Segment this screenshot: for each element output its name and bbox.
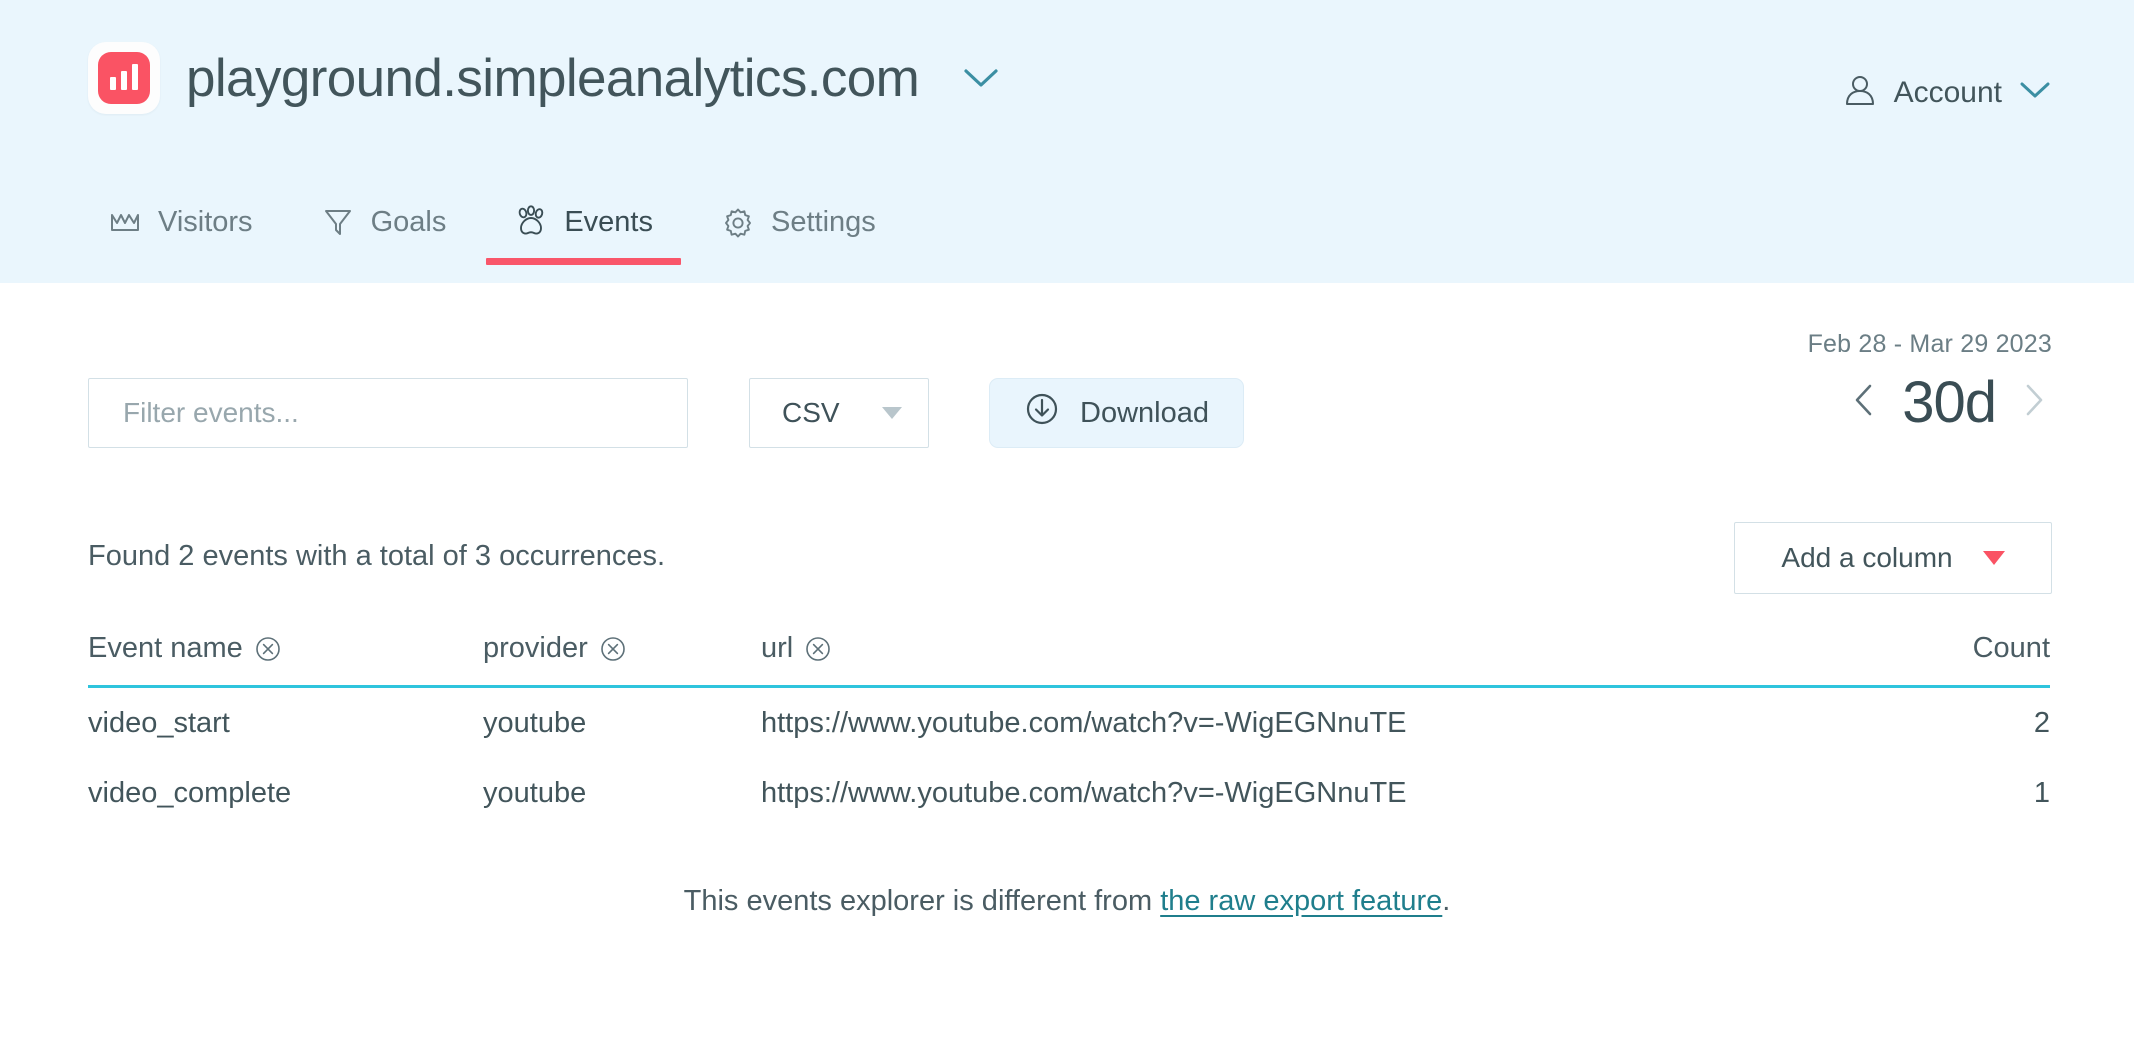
bar-chart-logo-icon	[88, 42, 160, 114]
cell-event-name: video_complete	[88, 776, 292, 809]
export-format-select[interactable]: CSV	[749, 378, 929, 448]
add-a-column-button[interactable]: Add a column	[1734, 522, 2052, 594]
filter-events-placeholder: Filter events...	[123, 397, 299, 428]
chevron-down-icon[interactable]	[2018, 79, 2052, 106]
tab-events-label: Events	[564, 205, 653, 238]
date-range-label: Feb 28 - Mar 29 2023	[1807, 330, 2052, 358]
footer-text-before: This events explorer is different from	[683, 885, 1161, 917]
export-format-value: CSV	[782, 397, 840, 428]
user-icon	[1842, 72, 1878, 113]
table-header-row: Event name provider url Count	[88, 632, 2050, 688]
gear-icon	[721, 205, 755, 239]
cell-count: 2	[2033, 706, 2050, 739]
raw-export-feature-link[interactable]: the raw export feature	[1160, 885, 1442, 917]
column-header-event-name: Event name	[88, 632, 483, 665]
cell-url: https://www.youtube.com/watch?v=-WigEGNn…	[761, 776, 1407, 809]
tab-goals-label: Goals	[370, 205, 447, 238]
remove-circle-icon[interactable]	[805, 636, 831, 662]
cell-count: 1	[2033, 776, 2050, 809]
paw-print-icon	[514, 205, 548, 239]
funnel-icon	[321, 205, 355, 239]
cell-event-name: video_start	[88, 706, 230, 739]
chevron-down-icon[interactable]	[961, 65, 1001, 91]
remove-circle-icon[interactable]	[255, 636, 281, 662]
tab-visitors-label: Visitors	[158, 205, 253, 238]
visitors-chart-icon	[108, 205, 142, 239]
column-header-provider-label: provider	[483, 632, 588, 664]
cell-provider: youtube	[483, 776, 587, 809]
download-button[interactable]: Download	[989, 378, 1244, 448]
caret-down-icon	[882, 407, 902, 419]
cell-provider: youtube	[483, 706, 587, 739]
tab-settings-label: Settings	[771, 205, 876, 238]
column-header-url: url	[761, 632, 1870, 665]
events-table: Event name provider url Count video_star…	[88, 632, 2050, 828]
remove-circle-icon[interactable]	[600, 636, 626, 662]
account-menu[interactable]: Account	[1842, 72, 2052, 113]
caret-down-icon	[1982, 551, 2005, 565]
download-circle-icon	[1024, 391, 1060, 435]
date-range-selector: Feb 28 - Mar 29 2023 30d	[1808, 330, 2052, 436]
tab-goals[interactable]: Goals	[287, 205, 481, 265]
table-row[interactable]: video_start youtube https://www.youtube.…	[88, 688, 2050, 758]
tab-visitors[interactable]: Visitors	[88, 205, 287, 265]
column-header-count-label: Count	[1972, 632, 2050, 664]
chevron-left-icon[interactable]	[1846, 377, 1880, 428]
results-summary: Found 2 events with a total of 3 occurre…	[88, 540, 666, 572]
download-button-label: Download	[1080, 396, 1209, 429]
chevron-right-icon[interactable]	[2018, 377, 2052, 428]
brand-row: playground.simpleanalytics.com	[88, 42, 1001, 114]
main-navigation-tabs: Visitors Goals Events Settings	[88, 205, 910, 265]
footer-text-after: .	[1442, 885, 1451, 917]
page-title: playground.simpleanalytics.com	[186, 48, 920, 108]
header-band: playground.simpleanalytics.com Account V…	[0, 0, 2134, 283]
column-header-url-label: url	[761, 632, 794, 664]
controls-row: Filter events... CSV Download	[88, 378, 1244, 448]
table-row[interactable]: video_complete youtube https://www.youtu…	[88, 758, 2050, 828]
filter-events-input[interactable]: Filter events...	[88, 378, 688, 448]
date-range-nav: 30d	[1808, 369, 2052, 436]
column-header-provider: provider	[483, 632, 761, 665]
cell-url: https://www.youtube.com/watch?v=-WigEGNn…	[761, 706, 1407, 739]
account-label: Account	[1893, 75, 2002, 109]
column-header-event-name-label: Event name	[88, 632, 243, 664]
tab-settings[interactable]: Settings	[687, 205, 910, 265]
date-range-period[interactable]: 30d	[1902, 369, 1997, 436]
events-explorer-page: playground.simpleanalytics.com Account V…	[0, 0, 2134, 1041]
column-header-count: Count	[1870, 632, 2050, 665]
tab-events[interactable]: Events	[480, 205, 687, 265]
add-a-column-label: Add a column	[1781, 542, 1953, 573]
footer-note: This events explorer is different from t…	[0, 885, 2134, 918]
